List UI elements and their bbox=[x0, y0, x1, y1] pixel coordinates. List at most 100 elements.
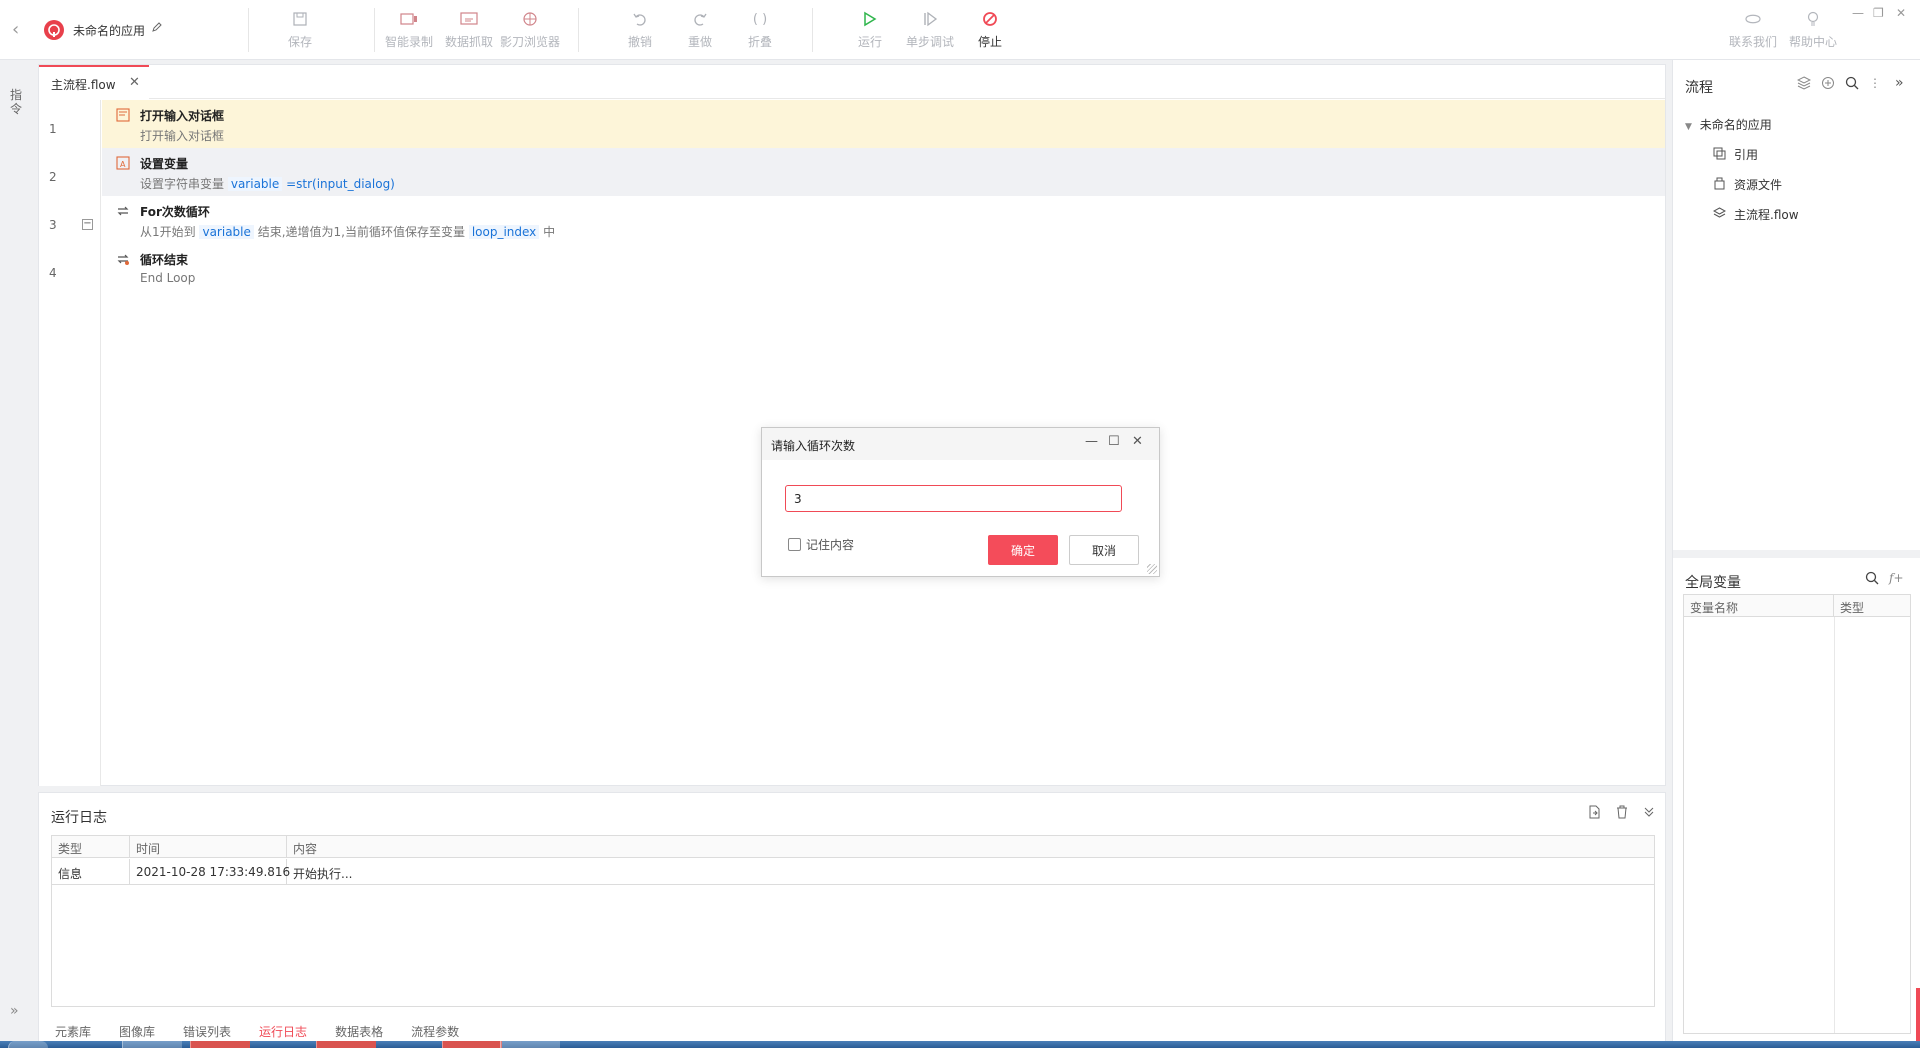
collapse-right-icon[interactable]: » bbox=[1895, 76, 1904, 93]
browser-icon bbox=[499, 8, 561, 30]
flow-editor: 主流程.flow ✕ 1 2 3 − 4 打开输入对话框 打开输入对话框 A 设… bbox=[38, 64, 1666, 786]
tree-item-main-flow[interactable]: 主流程.flow bbox=[1712, 206, 1799, 223]
loop-icon bbox=[116, 204, 130, 218]
column-header: 变量名称 bbox=[1684, 595, 1834, 617]
flow-step-set-variable[interactable]: A 设置变量 设置字符串变量 variable =str(input_dialo… bbox=[102, 148, 1665, 196]
taskbar-item[interactable] bbox=[442, 1041, 502, 1048]
confirm-button[interactable]: 确定 bbox=[988, 535, 1058, 565]
tree-item-label: 引用 bbox=[1734, 148, 1759, 162]
play-icon bbox=[850, 8, 890, 30]
column-divider bbox=[1834, 617, 1835, 1033]
layers-icon[interactable] bbox=[1796, 76, 1812, 93]
cancel-button[interactable]: 取消 bbox=[1069, 535, 1139, 565]
line-number: 3 bbox=[49, 218, 57, 232]
loop-count-dialog: 请输入循环次数 — ☐ ✕ 记住内容 确定 取消 bbox=[761, 427, 1160, 577]
variable-icon: A bbox=[116, 156, 130, 170]
package-icon[interactable] bbox=[1821, 76, 1835, 93]
flow-layers-icon bbox=[1712, 206, 1727, 223]
tab-main-flow[interactable]: 主流程.flow ✕ bbox=[39, 65, 149, 99]
app-name: 未命名的应用 bbox=[73, 24, 146, 38]
data-capture-button[interactable]: 数据抓取 bbox=[444, 8, 494, 52]
minimize-icon[interactable]: — bbox=[1852, 6, 1864, 20]
minimize-icon[interactable]: — bbox=[1085, 434, 1098, 449]
undo-button[interactable]: 撤销 bbox=[620, 8, 660, 52]
export-log-icon[interactable] bbox=[1587, 805, 1601, 822]
clear-log-icon[interactable] bbox=[1615, 805, 1629, 822]
fold-button[interactable]: ( ) 折叠 bbox=[740, 8, 780, 52]
log-time-cell: 2021-10-28 17:33:49.816 bbox=[130, 859, 290, 885]
fold-icon: ( ) bbox=[752, 11, 768, 27]
help-button[interactable]: 帮助中心 bbox=[1788, 8, 1838, 52]
column-header: 内容 bbox=[287, 836, 1654, 858]
resize-grip[interactable] bbox=[1147, 564, 1157, 574]
restore-icon[interactable]: ❐ bbox=[1873, 6, 1884, 20]
column-header: 类型 bbox=[52, 836, 130, 858]
step-title: 循环结束 bbox=[140, 253, 189, 267]
close-icon[interactable]: ✕ bbox=[1896, 6, 1906, 20]
log-content-cell: 开始执行... bbox=[287, 859, 1654, 885]
stop-label: 停止 bbox=[977, 35, 1002, 49]
maximize-icon[interactable]: ☐ bbox=[1108, 434, 1120, 449]
smart-record-button[interactable]: 智能录制 bbox=[384, 8, 434, 52]
start-button[interactable] bbox=[8, 1041, 48, 1048]
caret-down-icon: ▼ bbox=[1685, 122, 1692, 132]
toolbar-divider bbox=[578, 8, 579, 52]
tree-item-resources[interactable]: 资源文件 bbox=[1713, 176, 1782, 193]
step-debug-button[interactable]: 单步调试 bbox=[904, 8, 956, 52]
loop-count-input[interactable] bbox=[785, 485, 1122, 512]
step-title: For次数循环 bbox=[140, 205, 210, 219]
flow-step-loop-end[interactable]: 循环结束 End Loop bbox=[102, 244, 1665, 292]
log-actions bbox=[1587, 805, 1655, 822]
save-button[interactable]: 保存 bbox=[280, 8, 320, 52]
dialog-title: 请输入循环次数 bbox=[771, 439, 856, 453]
lightbulb-icon bbox=[1788, 8, 1838, 30]
tree-item-references[interactable]: 引用 bbox=[1713, 146, 1758, 163]
step-title: 设置变量 bbox=[140, 157, 189, 171]
taskbar-item[interactable] bbox=[316, 1041, 376, 1048]
save-label: 保存 bbox=[287, 35, 312, 49]
remember-checkbox[interactable]: 记住内容 bbox=[788, 536, 854, 553]
app-logo bbox=[44, 20, 64, 40]
column-header: 类型 bbox=[1834, 595, 1910, 617]
left-sidebar: 指令 » bbox=[0, 60, 34, 1035]
search-icon[interactable] bbox=[1845, 76, 1859, 93]
edit-name-icon[interactable] bbox=[151, 21, 163, 36]
collapse-toggle[interactable]: − bbox=[82, 219, 93, 230]
flow-step-open-dialog[interactable]: 打开输入对话框 打开输入对话框 bbox=[102, 100, 1665, 148]
close-tab-icon[interactable]: ✕ bbox=[129, 75, 140, 90]
more-icon[interactable]: ⋮ bbox=[1869, 76, 1881, 93]
run-label: 运行 bbox=[857, 35, 882, 49]
expand-icon[interactable]: » bbox=[10, 1003, 19, 1019]
help-label: 帮助中心 bbox=[1788, 35, 1837, 49]
close-icon[interactable]: ✕ bbox=[1132, 434, 1143, 449]
stop-icon bbox=[970, 8, 1010, 30]
run-button[interactable]: 运行 bbox=[850, 8, 890, 52]
add-variable-icon[interactable]: f+ bbox=[1889, 571, 1904, 588]
svg-text:A: A bbox=[120, 160, 126, 169]
taskbar-item[interactable] bbox=[190, 1041, 250, 1048]
search-icon[interactable] bbox=[1865, 571, 1879, 588]
taskbar-item[interactable] bbox=[122, 1041, 182, 1048]
browser-button[interactable]: 影刀浏览器 bbox=[499, 8, 561, 52]
tab-label: 主流程.flow bbox=[51, 78, 116, 92]
data-capture-label: 数据抓取 bbox=[444, 35, 493, 49]
collapse-panel-icon[interactable] bbox=[1643, 805, 1655, 822]
commands-panel-toggle[interactable]: 指令 bbox=[10, 88, 24, 116]
log-table: 类型 时间 内容 信息 2021-10-28 17:33:49.816 开始执行… bbox=[51, 835, 1655, 1007]
redo-button[interactable]: 重做 bbox=[680, 8, 720, 52]
back-icon[interactable]: ‹ bbox=[12, 20, 28, 40]
flow-step-for-loop[interactable]: For次数循环 从1开始到 variable 结束,递增值为1,当前循环值保存至… bbox=[102, 196, 1665, 244]
stop-button[interactable]: 停止 bbox=[970, 8, 1010, 52]
taskbar-item[interactable] bbox=[500, 1041, 560, 1048]
remember-label: 记住内容 bbox=[806, 538, 855, 552]
step-icon bbox=[904, 8, 956, 30]
tree-root[interactable]: ▼ 未命名的应用 bbox=[1685, 116, 1772, 133]
scrollbar[interactable] bbox=[1916, 988, 1920, 1048]
contact-button[interactable]: 联系我们 bbox=[1728, 8, 1778, 52]
dialog-icon bbox=[116, 108, 130, 122]
step-description: 设置字符串变量 variable =str(input_dialog) bbox=[140, 175, 395, 192]
tree-item-label: 资源文件 bbox=[1734, 178, 1783, 192]
smart-record-label: 智能录制 bbox=[384, 35, 433, 49]
checkbox-box[interactable] bbox=[788, 538, 801, 551]
panel-divider bbox=[1673, 550, 1920, 558]
